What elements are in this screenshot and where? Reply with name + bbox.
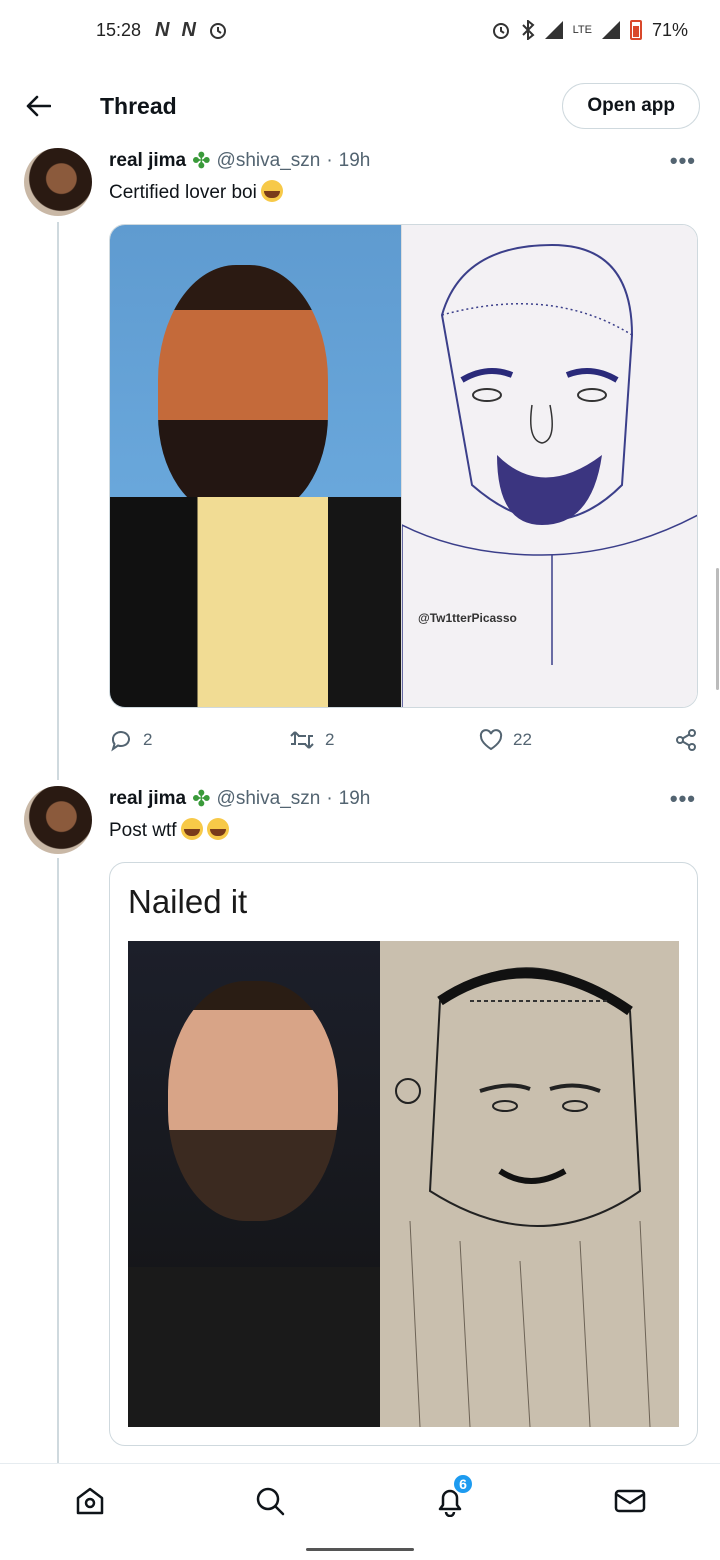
tweet-text: Post wtf: [109, 818, 229, 842]
alarm-icon: [209, 23, 226, 39]
sketch-right: [380, 941, 679, 1427]
crying-emoji-icon: [180, 818, 203, 840]
nav-search[interactable]: [240, 1471, 300, 1531]
photo-shirt: [110, 497, 401, 707]
image-pair: [128, 941, 679, 1427]
tweet-media[interactable]: Nailed it: [109, 862, 698, 1446]
tweet-media[interactable]: @Tw1tterPicasso: [109, 224, 698, 708]
photo-face: [168, 981, 338, 1221]
photo-face: [158, 265, 328, 515]
n-notification-icon-2: N: [181, 18, 197, 41]
battery-level: 71%: [651, 19, 688, 40]
messages-icon: [614, 1489, 646, 1512]
nav-home[interactable]: [60, 1471, 120, 1531]
more-icon[interactable]: •••: [670, 786, 696, 812]
separator: ·: [326, 788, 333, 809]
n-notification-icon: N: [155, 18, 170, 41]
author-handle: @shiva_szn: [216, 788, 321, 809]
like-button[interactable]: 22: [479, 729, 669, 751]
sketch-drawing: [402, 243, 697, 707]
alarm-icon-right: [492, 23, 509, 39]
back-arrow-icon: [26, 95, 51, 117]
photo-coat: [128, 1267, 380, 1427]
reply-icon: [111, 731, 130, 752]
separator: ·: [326, 150, 333, 171]
image-caption: Nailed it: [128, 883, 248, 920]
joy-emoji-icon: [260, 180, 283, 202]
more-icon[interactable]: •••: [670, 148, 696, 174]
tweet-header: real jima ✤ @shiva_szn · 19h •••: [109, 148, 696, 174]
avatar[interactable]: [24, 148, 92, 216]
reply-count: 2: [143, 730, 153, 749]
open-app-button[interactable]: Open app: [562, 83, 700, 129]
tweet-header: real jima ✤ @shiva_szn · 19h •••: [109, 786, 696, 812]
retweet-count: 2: [325, 730, 335, 749]
tweet-time: 19h: [338, 788, 371, 809]
clover-icon: ✤: [192, 786, 211, 811]
sketch-drawing: [395, 967, 651, 1427]
tweet-time: 19h: [338, 150, 371, 171]
bluetooth-icon: [521, 20, 535, 40]
status-time: 15:28: [96, 19, 142, 40]
nav-messages[interactable]: [600, 1471, 660, 1531]
lte-label: LTE: [572, 24, 592, 36]
signal-icon: [544, 21, 563, 39]
tweet-text-content: Post wtf: [109, 820, 177, 841]
scroll-indicator: [716, 568, 719, 690]
sketch-watermark: @Tw1tterPicasso: [418, 611, 517, 625]
clover-icon: ✤: [192, 148, 211, 173]
back-button[interactable]: [22, 90, 54, 122]
photo-left: [128, 941, 380, 1427]
page-title: Thread: [100, 92, 177, 119]
notifications-badge: 6: [452, 1472, 474, 1495]
author-name[interactable]: real jima: [109, 788, 186, 810]
status-bar: 15:28 N N LTE 71%: [0, 0, 720, 60]
gesture-bar[interactable]: [306, 1548, 414, 1551]
sketch-right: @Tw1tterPicasso: [401, 225, 697, 707]
tweet-2[interactable]: real jima ✤ @shiva_szn · 19h ••• Post wt…: [0, 786, 720, 1466]
tweet-text: Certified lover boi: [109, 180, 283, 204]
nav-notifications[interactable]: 6: [420, 1471, 480, 1531]
tweet-actions: 2 2 22: [109, 720, 698, 760]
like-count: 22: [513, 730, 532, 749]
thread-header: Thread Open app: [0, 62, 720, 150]
home-icon: [76, 1487, 104, 1514]
tweet-text-content: Certified lover boi: [109, 182, 257, 203]
photo-left: [110, 225, 401, 707]
retweet-icon: [290, 731, 314, 749]
share-button[interactable]: [674, 728, 698, 752]
avatar[interactable]: [24, 786, 92, 854]
tweet-1[interactable]: real jima ✤ @shiva_szn · 19h ••• Certifi…: [0, 148, 720, 768]
crying-emoji-icon-2: [206, 818, 229, 840]
signal-icon-2: [601, 21, 620, 39]
author-name[interactable]: real jima: [109, 150, 186, 172]
reply-button[interactable]: 2: [109, 728, 289, 752]
bottom-nav: 6: [0, 1463, 720, 1537]
search-icon: [256, 1487, 285, 1515]
battery-icon: [629, 20, 642, 40]
author-handle: @shiva_szn: [216, 150, 321, 171]
like-icon: [479, 729, 503, 751]
retweet-button[interactable]: 2: [289, 729, 479, 751]
share-icon: [676, 729, 696, 751]
